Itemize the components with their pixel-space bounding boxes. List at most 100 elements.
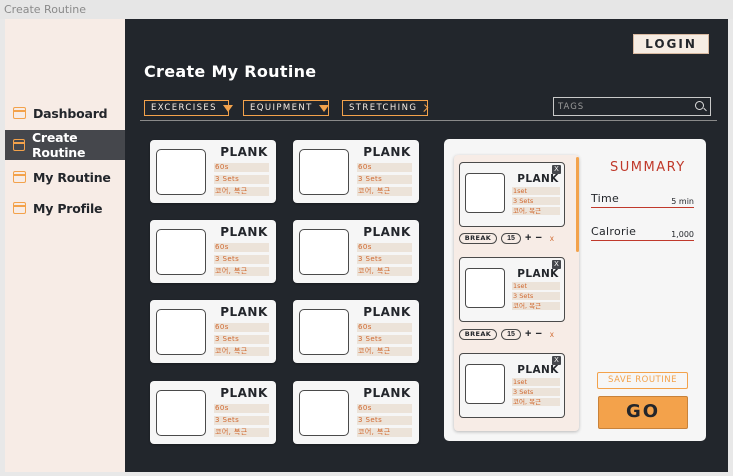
time-label: Time <box>591 192 620 205</box>
tags-search[interactable] <box>553 97 711 116</box>
routine-item-set: 1set <box>512 282 560 290</box>
minus-icon[interactable]: − <box>535 328 541 340</box>
minus-icon[interactable]: − <box>535 232 541 244</box>
tags-input[interactable] <box>558 101 688 112</box>
exercise-tags: 코어, 복근 <box>214 428 269 437</box>
plus-icon[interactable]: + <box>525 232 531 244</box>
routine-item-tags: 코어, 복근 <box>512 398 560 406</box>
stretching-label: STRETCHING <box>349 103 418 113</box>
routine-panel: X PLANK 1set 3 Sets 코어, 복근 BREAK 15 + − … <box>444 139 706 441</box>
summary-calorie-row: Calrorie 1,000 <box>591 225 694 241</box>
sidebar-item-my-routine[interactable]: My Routine <box>5 162 125 192</box>
equipment-dropdown[interactable]: EQUIPMENT <box>243 100 329 116</box>
exercise-sets: 3 Sets <box>214 335 269 344</box>
calorie-label: Calrorie <box>591 225 637 238</box>
routine-item-thumbnail <box>465 173 505 213</box>
exercise-sets: 3 Sets <box>214 255 269 264</box>
caret-down-icon <box>222 104 233 112</box>
exercise-tags: 코어, 복근 <box>214 187 269 196</box>
exercise-sets: 3 Sets <box>357 416 412 425</box>
routine-list[interactable]: X PLANK 1set 3 Sets 코어, 복근 BREAK 15 + − … <box>454 155 579 431</box>
sidebar-item-my-profile[interactable]: My Profile <box>5 193 125 223</box>
plus-icon[interactable]: + <box>525 328 531 340</box>
exercise-card[interactable]: PLANK 60s 3 Sets 코어, 복근 <box>150 140 276 203</box>
search-icon[interactable] <box>695 101 704 110</box>
routine-item-tags: 코어, 복근 <box>512 207 560 215</box>
sidebar: Dashboard Create Routine My Routine My P… <box>5 19 125 472</box>
routine-item-name: PLANK <box>517 173 559 185</box>
time-value: 5 min <box>671 197 694 206</box>
sidebar-item-label: Create Routine <box>31 130 86 160</box>
exercise-thumbnail <box>299 390 349 436</box>
exercise-thumbnail <box>156 229 206 275</box>
exercise-duration: 60s <box>214 323 269 332</box>
break-row: BREAK 15 + − x <box>459 232 565 244</box>
routine-item-tags: 코어, 복근 <box>512 302 560 310</box>
chevron-right-icon <box>420 104 429 112</box>
break-row: BREAK 15 + − x <box>459 328 565 340</box>
break-value[interactable]: 15 <box>501 232 521 244</box>
exercise-tags: 코어, 복근 <box>357 347 412 356</box>
break-label: BREAK <box>459 328 497 340</box>
break-value[interactable]: 15 <box>501 328 521 340</box>
routine-item-thumbnail <box>465 268 505 308</box>
folder-icon <box>13 139 25 151</box>
routine-item-thumbnail <box>465 364 505 404</box>
exercise-sets: 3 Sets <box>357 335 412 344</box>
exercise-card[interactable]: PLANK 60s 3 Sets 코어, 복근 <box>293 220 419 283</box>
exercise-duration: 60s <box>357 323 412 332</box>
exercise-card[interactable]: PLANK 60s 3 Sets 코어, 복근 <box>293 300 419 363</box>
exercise-card[interactable]: PLANK 60s 3 Sets 코어, 복근 <box>150 220 276 283</box>
exercise-name: PLANK <box>220 386 268 400</box>
folder-icon <box>13 107 26 119</box>
main-content: LOGIN Create My Routine EXCERCISES EQUIP… <box>125 19 728 472</box>
break-label: BREAK <box>459 232 497 244</box>
exercise-duration: 60s <box>214 243 269 252</box>
go-button[interactable]: GO <box>598 396 688 429</box>
remove-break-icon[interactable]: x <box>550 234 554 243</box>
routine-item[interactable]: X PLANK 1set 3 Sets 코어, 복근 <box>459 162 565 227</box>
scrollbar-thumb[interactable] <box>576 157 579 252</box>
exercise-card[interactable]: PLANK 60s 3 Sets 코어, 복근 <box>293 381 419 444</box>
exercise-card[interactable]: PLANK 60s 3 Sets 코어, 복근 <box>150 381 276 444</box>
exercise-duration: 60s <box>357 243 412 252</box>
folder-icon <box>13 202 26 214</box>
exercise-tags: 코어, 복근 <box>357 428 412 437</box>
exercise-tags: 코어, 복근 <box>357 187 412 196</box>
exercise-name: PLANK <box>220 145 268 159</box>
exercises-label: EXCERCISES <box>151 103 217 113</box>
save-routine-button[interactable]: SAVE ROUTINE <box>597 372 688 389</box>
exercises-dropdown[interactable]: EXCERCISES <box>144 100 233 116</box>
calorie-value: 1,000 <box>671 230 694 239</box>
sidebar-item-dashboard[interactable]: Dashboard <box>5 98 125 128</box>
exercise-name: PLANK <box>363 386 411 400</box>
page-title: Create My Routine <box>144 62 317 81</box>
exercise-tags: 코어, 복근 <box>214 267 269 276</box>
exercise-thumbnail <box>299 229 349 275</box>
routine-item-name: PLANK <box>517 364 559 376</box>
routine-item[interactable]: X PLANK 1set 3 Sets 코어, 복근 <box>459 257 565 322</box>
exercise-card[interactable]: PLANK 60s 3 Sets 코어, 복근 <box>150 300 276 363</box>
login-button[interactable]: LOGIN <box>633 34 709 54</box>
folder-icon <box>13 171 26 183</box>
exercise-name: PLANK <box>363 225 411 239</box>
exercise-card[interactable]: PLANK 60s 3 Sets 코어, 복근 <box>293 140 419 203</box>
routine-item[interactable]: X PLANK 1set 3 Sets 코어, 복근 <box>459 353 565 418</box>
exercise-name: PLANK <box>363 305 411 319</box>
sidebar-item-label: My Routine <box>33 169 111 185</box>
summary-title: SUMMARY <box>610 160 686 175</box>
stretching-button[interactable]: STRETCHING <box>342 100 429 116</box>
exercise-thumbnail <box>156 390 206 436</box>
equipment-label: EQUIPMENT <box>250 103 313 113</box>
exercise-thumbnail <box>299 309 349 355</box>
routine-item-sets: 3 Sets <box>512 388 560 396</box>
routine-item-sets: 3 Sets <box>512 292 560 300</box>
routine-item-sets: 3 Sets <box>512 197 560 205</box>
exercise-name: PLANK <box>220 225 268 239</box>
exercise-thumbnail <box>299 149 349 195</box>
sidebar-item-label: My Profile <box>33 200 103 216</box>
sidebar-item-create-routine[interactable]: Create Routine <box>5 130 125 160</box>
remove-break-icon[interactable]: x <box>550 330 554 339</box>
exercise-tags: 코어, 복근 <box>357 267 412 276</box>
exercise-sets: 3 Sets <box>357 255 412 264</box>
